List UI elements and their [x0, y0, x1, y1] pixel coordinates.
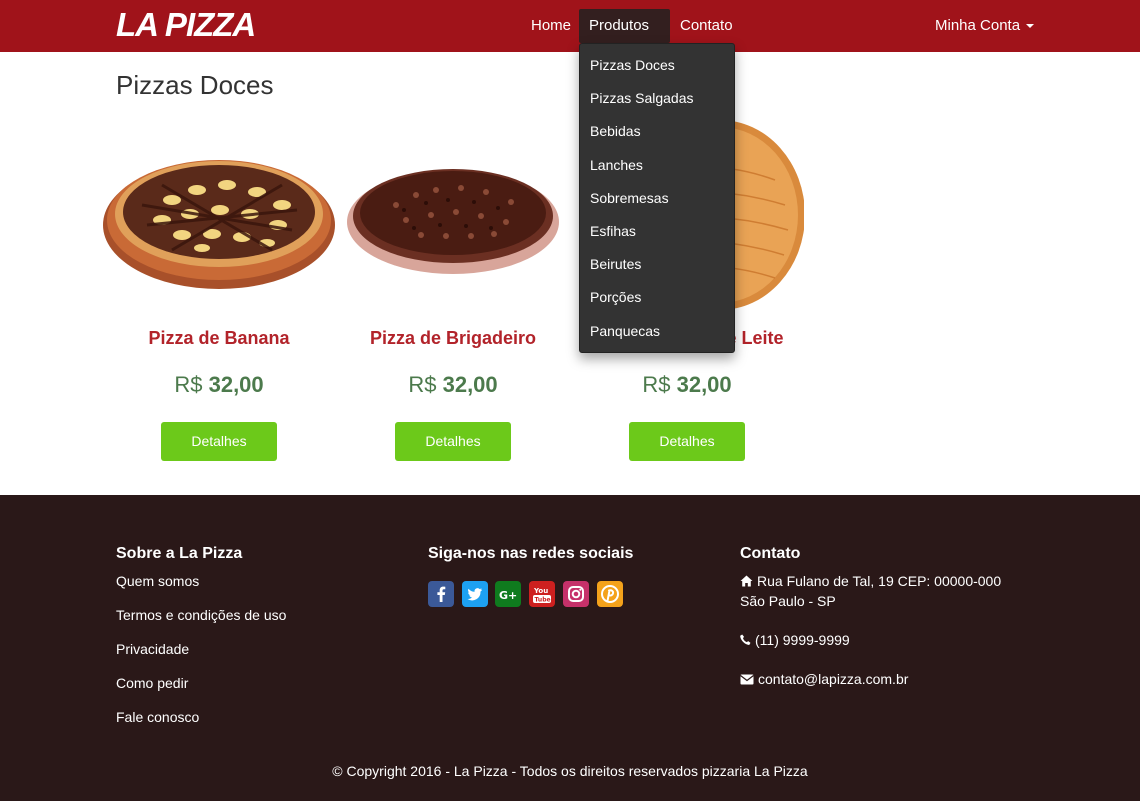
price-amount: 32,00 [208, 372, 264, 397]
contact-phone: (11) 9999-9999 [740, 632, 850, 648]
navbar: LA PIZZA Home Produtos Contato Minha Con… [0, 0, 1140, 63]
home-icon [740, 575, 753, 587]
footer-link-como-pedir[interactable]: Como pedir [116, 675, 188, 691]
instagram-icon[interactable] [563, 581, 589, 607]
price-currency: R$ [408, 372, 437, 397]
footer-about-title: Sobre a La Pizza [116, 545, 243, 562]
footer-link-fale-conosco[interactable]: Fale conosco [116, 709, 199, 725]
footer-link-termos[interactable]: Termos e condições de uso [116, 607, 286, 623]
footer-link-quem-somos[interactable]: Quem somos [116, 573, 199, 589]
caret-down-icon [1026, 24, 1035, 29]
details-button[interactable]: Detalhes [629, 422, 745, 461]
nav-produtos-dropdown[interactable]: Produtos [579, 9, 670, 63]
footer: Sobre a La Pizza Quem somos Termos e con… [0, 495, 1140, 801]
product-name[interactable]: Pizza de Brigadeiro [336, 328, 570, 349]
nav-minha-conta-label: Minha Conta [935, 17, 1021, 34]
facebook-icon[interactable] [428, 581, 454, 607]
google-plus-icon[interactable]: G+ [495, 581, 521, 607]
price-amount: 32,00 [676, 372, 732, 397]
dropdown-item-pizzas-doces[interactable]: Pizzas Doces [580, 49, 734, 82]
footer-contact-title: Contato [740, 545, 801, 562]
product-price: R$ 32,00 [102, 372, 336, 398]
price-currency: R$ [174, 372, 203, 397]
details-button[interactable]: Detalhes [161, 422, 277, 461]
dropdown-item-lanches[interactable]: Lanches [580, 149, 734, 182]
details-button[interactable]: Detalhes [395, 422, 511, 461]
youtube-icon[interactable]: You Tube [529, 581, 555, 607]
nav-produtos-label: Produtos [589, 17, 650, 34]
product-price: R$ 32,00 [336, 372, 570, 398]
svg-text:Tube: Tube [535, 597, 551, 604]
pizza-brigadeiro-image[interactable] [336, 110, 570, 310]
contact-address: Rua Fulano de Tal, 19 CEP: 00000-000 [740, 573, 1001, 589]
footer-link-privacidade[interactable]: Privacidade [116, 641, 189, 657]
dropdown-item-porcoes[interactable]: Porções [580, 281, 734, 314]
contact-address-line1: Rua Fulano de Tal, 19 CEP: 00000-000 [757, 573, 1002, 589]
dropdown-item-beirutes[interactable]: Beirutes [580, 248, 734, 281]
dropdown-item-panquecas[interactable]: Panquecas [580, 315, 734, 348]
dropdown-item-esfihas[interactable]: Esfihas [580, 215, 734, 248]
twitter-icon[interactable] [462, 581, 488, 607]
product-card: Pizza de Banana R$ 32,00 Detalhes [102, 110, 336, 470]
svg-text:G+: G+ [499, 589, 517, 602]
dropdown-item-sobremesas[interactable]: Sobremesas [580, 182, 734, 215]
pinterest-icon[interactable] [597, 581, 623, 607]
price-amount: 32,00 [442, 372, 498, 397]
produtos-dropdown-menu: Pizzas Doces Pizzas Salgadas Bebidas Lan… [579, 43, 735, 353]
contact-email-address[interactable]: contato@lapizza.com.br [758, 671, 908, 687]
svg-text:You: You [533, 587, 548, 595]
contact-email: contato@lapizza.com.br [740, 671, 908, 687]
nav-home-link[interactable]: Home [521, 0, 581, 52]
price-currency: R$ [642, 372, 671, 397]
brand-logo[interactable]: LA PIZZA [116, 6, 256, 44]
phone-icon [740, 634, 751, 645]
product-price: R$ 32,00 [570, 372, 804, 398]
dropdown-item-bebidas[interactable]: Bebidas [580, 115, 734, 148]
product-card: Pizza de Brigadeiro R$ 32,00 Detalhes [336, 110, 570, 470]
pizza-banana-image[interactable] [102, 110, 336, 310]
contact-address-line2: São Paulo - SP [740, 593, 836, 609]
nav-minha-conta-dropdown[interactable]: Minha Conta [925, 0, 1044, 52]
footer-social-title: Siga-nos nas redes sociais [428, 545, 634, 562]
envelope-icon [740, 674, 754, 685]
contact-phone-number: (11) 9999-9999 [755, 632, 850, 648]
page-title: Pizzas Doces [116, 70, 274, 100]
dropdown-item-pizzas-salgadas[interactable]: Pizzas Salgadas [580, 82, 734, 115]
copyright-text: © Copyright 2016 - La Pizza - Todos os d… [332, 763, 808, 779]
product-name[interactable]: Pizza de Banana [102, 328, 336, 349]
